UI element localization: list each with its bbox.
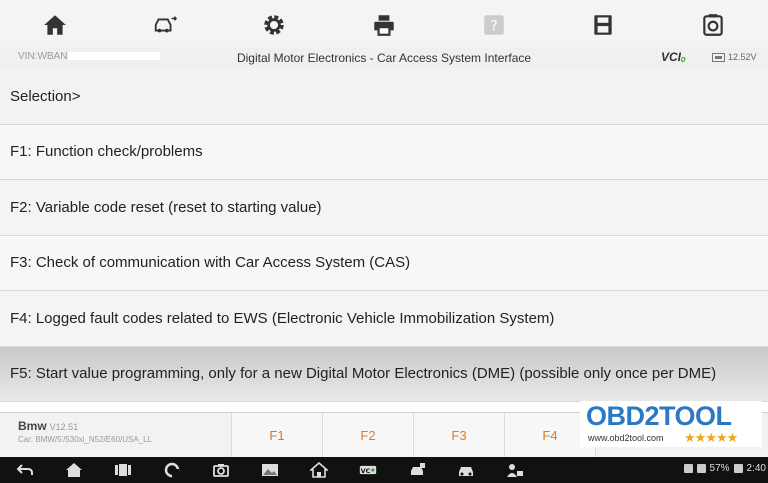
refresh-icon	[164, 462, 179, 478]
software-version: V12.51	[49, 422, 79, 432]
camera-icon	[212, 464, 229, 477]
watermark-url: www.obd2tool.com	[588, 433, 664, 443]
clock: 2:40	[746, 463, 766, 474]
top-toolbar: ?	[0, 0, 768, 50]
back-button[interactable]	[0, 457, 49, 483]
help-icon: ?	[483, 15, 504, 35]
battery-voltage: 12.52V	[712, 52, 757, 62]
gear-icon	[264, 15, 285, 35]
home-icon	[44, 15, 66, 35]
function-list: Selection> F1: Function check/problems F…	[0, 69, 768, 402]
list-item-f1[interactable]: F1: Function check/problems	[0, 124, 768, 180]
vehicle-path: Car: BMW/5'/530xi_N52/E60/USA_LL	[18, 435, 153, 444]
system-status: 57% 2:40	[683, 463, 766, 474]
rating-stars-icon: ★★★★★	[684, 430, 738, 445]
vehicle-swap-button[interactable]	[110, 0, 220, 50]
home-icon	[65, 463, 82, 477]
print-button[interactable]	[329, 0, 439, 50]
home-button[interactable]	[0, 0, 110, 50]
printer-icon	[374, 15, 394, 36]
android-nav-bar: VC 57% 2:40	[0, 457, 768, 483]
screen-capture-button[interactable]	[245, 457, 294, 483]
f3-button[interactable]: F3	[414, 413, 505, 458]
car-diagnostic-icon	[410, 463, 425, 475]
image-icon	[261, 464, 278, 476]
home-outline-icon	[309, 462, 328, 478]
list-item-f5[interactable]: F5: Start value programming, only for a …	[0, 346, 768, 402]
back-icon	[16, 464, 33, 475]
car-icon	[458, 467, 473, 476]
list-item-f4[interactable]: F4: Logged fault codes related to EWS (E…	[0, 291, 768, 347]
list-item-f3[interactable]: F3: Check of communication with Car Acce…	[0, 235, 768, 291]
nav-app-home-button[interactable]	[294, 457, 343, 483]
vci-status: VCIₒ	[661, 50, 687, 64]
selection-header: Selection>	[0, 69, 768, 125]
f1-button[interactable]: F1	[232, 413, 323, 458]
user-car-icon	[506, 464, 523, 477]
battery-status-icon	[733, 464, 743, 473]
obd2tool-watermark: OBD2TOOL www.obd2tool.com ★★★★★	[580, 401, 762, 447]
nav-home-button[interactable]	[49, 457, 98, 483]
refresh-button[interactable]	[147, 457, 196, 483]
vehicle-info-button[interactable]	[441, 457, 490, 483]
wifi-icon	[696, 464, 706, 473]
save-button[interactable]	[549, 0, 659, 50]
notification-icon	[683, 464, 693, 473]
info-bar: VIN:WBAN Digital Motor Electronics - Car…	[0, 47, 768, 69]
recent-apps-icon	[114, 464, 131, 476]
watermark-logo: OBD2TOOL	[586, 401, 732, 431]
vehicle-name: Bmw V12.51	[18, 419, 79, 433]
page-title: Digital Motor Electronics - Car Access S…	[236, 51, 532, 65]
f2-button[interactable]: F2	[323, 413, 414, 458]
svg-text:VC: VC	[360, 467, 370, 475]
user-button[interactable]	[490, 457, 539, 483]
vehicle-info: Bmw V12.51 Car: BMW/5'/530xi_N52/E60/USA_…	[0, 413, 232, 457]
battery-percent: 57%	[709, 463, 730, 474]
list-item-f2[interactable]: F2: Variable code reset (reset to starti…	[0, 180, 768, 236]
save-icon	[594, 15, 613, 35]
settings-button[interactable]	[219, 0, 329, 50]
vci-connected-icon: ₒ	[681, 50, 687, 64]
help-button[interactable]: ?	[439, 0, 549, 50]
car-swap-icon	[154, 16, 177, 33]
camera-button[interactable]	[196, 457, 245, 483]
svg-text:?: ?	[490, 18, 497, 34]
vci-icon: VC	[359, 465, 376, 475]
datalog-icon	[703, 14, 723, 36]
vci-button[interactable]: VC	[343, 457, 392, 483]
recent-apps-button[interactable]	[98, 457, 147, 483]
battery-icon	[712, 52, 725, 62]
diagnostics-button[interactable]	[392, 457, 441, 483]
data-logging-button[interactable]	[658, 0, 768, 50]
